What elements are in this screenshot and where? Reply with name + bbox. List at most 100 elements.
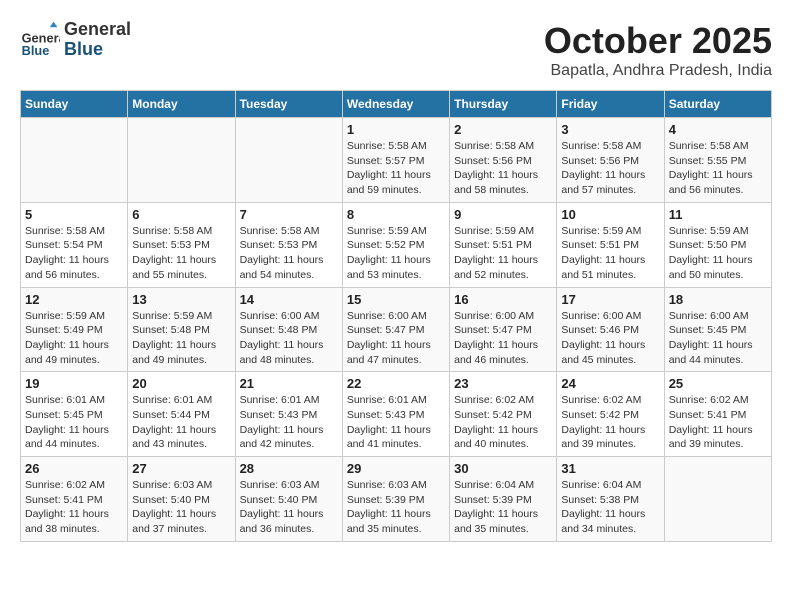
cell-date-number: 28 xyxy=(240,461,338,476)
cell-info-text: Sunrise: 5:59 AM Sunset: 5:48 PM Dayligh… xyxy=(132,309,230,368)
logo: General Blue General Blue xyxy=(20,20,131,60)
calendar-cell: 28 Sunrise: 6:03 AM Sunset: 5:40 PM Dayli… xyxy=(235,457,342,542)
logo-icon: General Blue xyxy=(20,20,60,60)
calendar-cell: 16 Sunrise: 6:00 AM Sunset: 5:47 PM Dayli… xyxy=(450,287,557,372)
cell-info-text: Sunrise: 6:00 AM Sunset: 5:47 PM Dayligh… xyxy=(454,309,552,368)
cell-date-number: 5 xyxy=(25,207,123,222)
cell-info-text: Sunrise: 5:58 AM Sunset: 5:55 PM Dayligh… xyxy=(669,139,767,198)
cell-info-text: Sunrise: 6:00 AM Sunset: 5:46 PM Dayligh… xyxy=(561,309,659,368)
cell-info-text: Sunrise: 6:02 AM Sunset: 5:41 PM Dayligh… xyxy=(669,393,767,452)
cell-date-number: 14 xyxy=(240,292,338,307)
cell-date-number: 9 xyxy=(454,207,552,222)
calendar-cell: 26 Sunrise: 6:02 AM Sunset: 5:41 PM Dayli… xyxy=(21,457,128,542)
weekday-header-monday: Monday xyxy=(128,91,235,118)
cell-date-number: 16 xyxy=(454,292,552,307)
cell-info-text: Sunrise: 6:01 AM Sunset: 5:44 PM Dayligh… xyxy=(132,393,230,452)
cell-date-number: 26 xyxy=(25,461,123,476)
weekday-header-saturday: Saturday xyxy=(664,91,771,118)
calendar-cell: 29Sunrise: 6:03 AM Sunset: 5:39 PM Dayli… xyxy=(342,457,449,542)
cell-info-text: Sunrise: 5:59 AM Sunset: 5:51 PM Dayligh… xyxy=(454,224,552,283)
cell-date-number: 24 xyxy=(561,376,659,391)
calendar-week-1: 1 Sunrise: 5:58 AM Sunset: 5:57 PM Daylig… xyxy=(21,118,772,203)
cell-date-number: 21 xyxy=(240,376,338,391)
calendar-week-3: 12Sunrise: 5:59 AM Sunset: 5:49 PM Dayli… xyxy=(21,287,772,372)
cell-date-number: 10 xyxy=(561,207,659,222)
title-block: October 2025 Bapatla, Andhra Pradesh, In… xyxy=(544,20,772,80)
calendar-cell: 25 Sunrise: 6:02 AM Sunset: 5:41 PM Dayli… xyxy=(664,372,771,457)
weekday-header-sunday: Sunday xyxy=(21,91,128,118)
cell-info-text: Sunrise: 6:00 AM Sunset: 5:45 PM Dayligh… xyxy=(669,309,767,368)
cell-date-number: 20 xyxy=(132,376,230,391)
cell-date-number: 8 xyxy=(347,207,445,222)
calendar-cell: 2 Sunrise: 5:58 AM Sunset: 5:56 PM Daylig… xyxy=(450,118,557,203)
cell-date-number: 1 xyxy=(347,122,445,137)
calendar-cell: 22 Sunrise: 6:01 AM Sunset: 5:43 PM Dayli… xyxy=(342,372,449,457)
calendar-cell: 10Sunrise: 5:59 AM Sunset: 5:51 PM Dayli… xyxy=(557,202,664,287)
cell-info-text: Sunrise: 5:58 AM Sunset: 5:56 PM Dayligh… xyxy=(561,139,659,198)
weekday-header-tuesday: Tuesday xyxy=(235,91,342,118)
cell-date-number: 4 xyxy=(669,122,767,137)
cell-date-number: 27 xyxy=(132,461,230,476)
cell-date-number: 18 xyxy=(669,292,767,307)
cell-info-text: Sunrise: 6:01 AM Sunset: 5:45 PM Dayligh… xyxy=(25,393,123,452)
weekday-header-friday: Friday xyxy=(557,91,664,118)
calendar-cell: 5 Sunrise: 5:58 AM Sunset: 5:54 PM Daylig… xyxy=(21,202,128,287)
calendar-cell: 8 Sunrise: 5:59 AM Sunset: 5:52 PM Daylig… xyxy=(342,202,449,287)
calendar-cell: 9 Sunrise: 5:59 AM Sunset: 5:51 PM Daylig… xyxy=(450,202,557,287)
cell-info-text: Sunrise: 6:04 AM Sunset: 5:39 PM Dayligh… xyxy=(454,478,552,537)
page-subtitle: Bapatla, Andhra Pradesh, India xyxy=(544,62,772,80)
cell-info-text: Sunrise: 6:02 AM Sunset: 5:42 PM Dayligh… xyxy=(561,393,659,452)
cell-date-number: 25 xyxy=(669,376,767,391)
cell-info-text: Sunrise: 6:01 AM Sunset: 5:43 PM Dayligh… xyxy=(347,393,445,452)
logo-words: General Blue xyxy=(64,20,131,60)
cell-date-number: 12 xyxy=(25,292,123,307)
calendar-cell: 31Sunrise: 6:04 AM Sunset: 5:38 PM Dayli… xyxy=(557,457,664,542)
calendar-cell: 19Sunrise: 6:01 AM Sunset: 5:45 PM Dayli… xyxy=(21,372,128,457)
cell-info-text: Sunrise: 6:03 AM Sunset: 5:40 PM Dayligh… xyxy=(132,478,230,537)
calendar-cell: 3 Sunrise: 5:58 AM Sunset: 5:56 PM Daylig… xyxy=(557,118,664,203)
weekday-header-wednesday: Wednesday xyxy=(342,91,449,118)
calendar-cell: 7 Sunrise: 5:58 AM Sunset: 5:53 PM Daylig… xyxy=(235,202,342,287)
calendar-cell: 11 Sunrise: 5:59 AM Sunset: 5:50 PM Dayli… xyxy=(664,202,771,287)
cell-date-number: 22 xyxy=(347,376,445,391)
calendar-cell: 23Sunrise: 6:02 AM Sunset: 5:42 PM Dayli… xyxy=(450,372,557,457)
logo-blue-label: Blue xyxy=(64,40,131,60)
cell-info-text: Sunrise: 6:01 AM Sunset: 5:43 PM Dayligh… xyxy=(240,393,338,452)
cell-info-text: Sunrise: 6:00 AM Sunset: 5:47 PM Dayligh… xyxy=(347,309,445,368)
calendar-cell: 14 Sunrise: 6:00 AM Sunset: 5:48 PM Dayli… xyxy=(235,287,342,372)
calendar-week-5: 26 Sunrise: 6:02 AM Sunset: 5:41 PM Dayli… xyxy=(21,457,772,542)
calendar-cell xyxy=(21,118,128,203)
calendar-week-4: 19Sunrise: 6:01 AM Sunset: 5:45 PM Dayli… xyxy=(21,372,772,457)
calendar-header-row: SundayMondayTuesdayWednesdayThursdayFrid… xyxy=(21,91,772,118)
calendar-cell: 12Sunrise: 5:59 AM Sunset: 5:49 PM Dayli… xyxy=(21,287,128,372)
cell-date-number: 11 xyxy=(669,207,767,222)
cell-date-number: 2 xyxy=(454,122,552,137)
cell-date-number: 7 xyxy=(240,207,338,222)
calendar-week-2: 5 Sunrise: 5:58 AM Sunset: 5:54 PM Daylig… xyxy=(21,202,772,287)
cell-info-text: Sunrise: 6:02 AM Sunset: 5:41 PM Dayligh… xyxy=(25,478,123,537)
cell-info-text: Sunrise: 5:58 AM Sunset: 5:53 PM Dayligh… xyxy=(240,224,338,283)
cell-info-text: Sunrise: 5:58 AM Sunset: 5:57 PM Dayligh… xyxy=(347,139,445,198)
svg-text:Blue: Blue xyxy=(22,43,50,58)
calendar-cell: 6Sunrise: 5:58 AM Sunset: 5:53 PM Daylig… xyxy=(128,202,235,287)
cell-info-text: Sunrise: 6:00 AM Sunset: 5:48 PM Dayligh… xyxy=(240,309,338,368)
calendar-cell: 20 Sunrise: 6:01 AM Sunset: 5:44 PM Dayli… xyxy=(128,372,235,457)
calendar-cell: 13Sunrise: 5:59 AM Sunset: 5:48 PM Dayli… xyxy=(128,287,235,372)
calendar-cell: 4 Sunrise: 5:58 AM Sunset: 5:55 PM Daylig… xyxy=(664,118,771,203)
calendar-cell: 24 Sunrise: 6:02 AM Sunset: 5:42 PM Dayli… xyxy=(557,372,664,457)
cell-info-text: Sunrise: 6:02 AM Sunset: 5:42 PM Dayligh… xyxy=(454,393,552,452)
cell-info-text: Sunrise: 5:59 AM Sunset: 5:52 PM Dayligh… xyxy=(347,224,445,283)
cell-info-text: Sunrise: 5:58 AM Sunset: 5:53 PM Dayligh… xyxy=(132,224,230,283)
cell-date-number: 3 xyxy=(561,122,659,137)
calendar-cell: 27 Sunrise: 6:03 AM Sunset: 5:40 PM Dayli… xyxy=(128,457,235,542)
cell-date-number: 29 xyxy=(347,461,445,476)
calendar-cell: 17Sunrise: 6:00 AM Sunset: 5:46 PM Dayli… xyxy=(557,287,664,372)
cell-info-text: Sunrise: 6:03 AM Sunset: 5:40 PM Dayligh… xyxy=(240,478,338,537)
calendar-cell: 21 Sunrise: 6:01 AM Sunset: 5:43 PM Dayli… xyxy=(235,372,342,457)
cell-info-text: Sunrise: 5:58 AM Sunset: 5:54 PM Dayligh… xyxy=(25,224,123,283)
calendar-table: SundayMondayTuesdayWednesdayThursdayFrid… xyxy=(20,90,772,542)
cell-info-text: Sunrise: 5:58 AM Sunset: 5:56 PM Dayligh… xyxy=(454,139,552,198)
cell-info-text: Sunrise: 5:59 AM Sunset: 5:50 PM Dayligh… xyxy=(669,224,767,283)
cell-info-text: Sunrise: 6:04 AM Sunset: 5:38 PM Dayligh… xyxy=(561,478,659,537)
calendar-cell xyxy=(664,457,771,542)
